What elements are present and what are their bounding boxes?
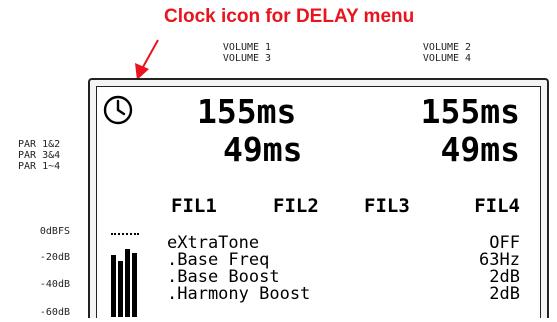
volume-2-label: VOLUME 2 bbox=[422, 42, 472, 53]
meter-bar bbox=[118, 261, 123, 317]
meter-bar bbox=[132, 253, 137, 317]
db-label-0: 0dBFS bbox=[39, 226, 70, 237]
clock-icon[interactable] bbox=[103, 95, 133, 125]
meter-peak-marker bbox=[111, 233, 139, 235]
volume-1-label: VOLUME 1 bbox=[222, 42, 272, 53]
filter-label-2: FIL2 bbox=[273, 195, 319, 217]
volume-labels-left: VOLUME 1 VOLUME 3 bbox=[212, 42, 282, 64]
db-label-20: -20dB bbox=[39, 252, 70, 263]
menu-item-harmony-boost[interactable]: .Harmony Boost 2dB bbox=[167, 286, 520, 303]
filter-label-1: FIL1 bbox=[171, 195, 217, 217]
volume-3-label: VOLUME 3 bbox=[222, 53, 272, 64]
filter-label-4: FIL4 bbox=[474, 195, 520, 217]
volume-labels-right: VOLUME 2 VOLUME 4 bbox=[412, 42, 482, 64]
lcd-screen: 155ms 155ms 49ms 49ms FIL1 FIL2 FIL3 FIL… bbox=[96, 86, 541, 318]
meter-bar bbox=[111, 255, 116, 317]
par-label: PAR 1&2 bbox=[18, 139, 61, 150]
par-labels: PAR 1&2 PAR 3&4 PAR 1~4 bbox=[18, 139, 60, 172]
db-label-60: -60dB bbox=[39, 307, 70, 318]
menu-item-label: .Harmony Boost bbox=[167, 284, 311, 304]
delay-value-bottom-right: 49ms bbox=[440, 130, 520, 169]
par-label: PAR 1~4 bbox=[18, 161, 61, 172]
par-label: PAR 3&4 bbox=[18, 150, 61, 161]
level-meter bbox=[105, 217, 141, 317]
delay-value-bottom-left: 49ms bbox=[223, 130, 303, 169]
delay-value-top-left: 155ms bbox=[197, 92, 297, 131]
volume-4-label: VOLUME 4 bbox=[422, 53, 472, 64]
filter-label-3: FIL3 bbox=[364, 195, 410, 217]
meter-bar bbox=[125, 249, 130, 317]
delay-value-top-right: 155ms bbox=[420, 92, 520, 131]
lcd-display-frame: 155ms 155ms 49ms 49ms FIL1 FIL2 FIL3 FIL… bbox=[88, 78, 549, 318]
menu-item-value: 2dB bbox=[489, 284, 520, 304]
db-label-40: -40dB bbox=[39, 279, 70, 290]
